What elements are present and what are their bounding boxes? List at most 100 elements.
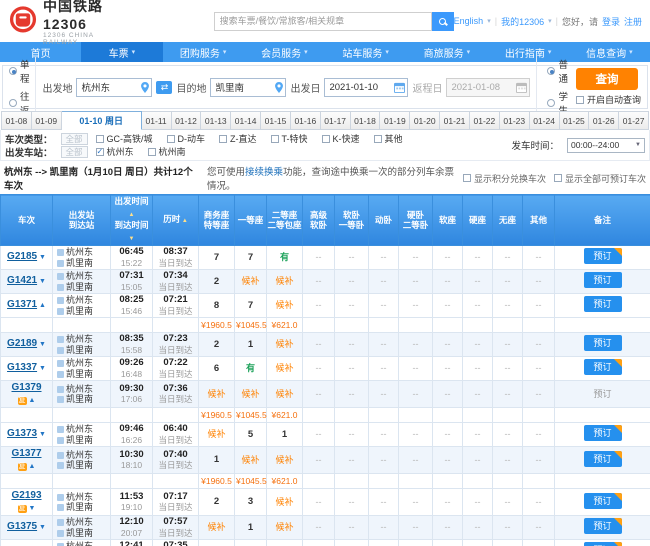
book-button[interactable]: 预订 <box>583 450 622 467</box>
col-header-6[interactable]: 二等座 二等包座 <box>266 194 303 246</box>
expand-arrow-icon[interactable]: ▲ <box>29 463 36 470</box>
train-no-link[interactable]: G2189 <box>7 338 37 350</box>
expand-arrow-icon[interactable]: ▼ <box>37 365 46 372</box>
date-tab-01-24[interactable]: 01-24 <box>529 111 560 130</box>
col-header-13[interactable]: 无座 <box>492 194 523 246</box>
auto-query-checkbox[interactable]: 开启自动查询 <box>575 93 641 106</box>
train-no-link[interactable]: G1377 <box>11 448 41 459</box>
date-tab-01-25[interactable]: 01-25 <box>559 111 590 130</box>
col-header-4[interactable]: 商务座 特等座 <box>198 194 235 246</box>
to-input[interactable] <box>211 78 286 96</box>
train-type-checkbox-1[interactable]: D-动车 <box>166 132 205 145</box>
my12306-link[interactable]: 我的12306 <box>501 15 544 28</box>
sort-down-icon[interactable]: ▼ <box>129 236 135 242</box>
col-header-9[interactable]: 动卧 <box>368 194 399 246</box>
query-button[interactable]: 查询 <box>575 68 638 90</box>
logo[interactable]: 中国铁路12306 12306 CHINA RAILWAY <box>8 0 122 46</box>
passenger-type-radio-0[interactable]: 普通 <box>547 57 568 85</box>
expand-arrow-icon[interactable]: ▼ <box>37 524 46 531</box>
book-button[interactable]: 预订 <box>583 542 622 546</box>
train-no-link[interactable]: G1421 <box>7 275 37 287</box>
col-header-10[interactable]: 硬卧 二等卧 <box>398 194 433 246</box>
expand-arrow-icon[interactable]: ▲ <box>37 302 46 309</box>
date-tab-01-13[interactable]: 01-13 <box>201 111 232 130</box>
col-header-2[interactable]: 出发时间 ▲ 到达时间 ▼ <box>110 194 153 246</box>
train-no-link[interactable]: G1375 <box>7 521 37 533</box>
train-type-checkbox-3[interactable]: T-特快 <box>270 132 308 145</box>
book-button[interactable]: 预订 <box>583 335 622 352</box>
depart-time-select[interactable]: 00:00--24:00 ▼ <box>567 137 645 153</box>
date-tab-01-14[interactable]: 01-14 <box>231 111 262 130</box>
train-type-checkbox-2[interactable]: Z-直达 <box>219 132 257 145</box>
expand-arrow-icon[interactable]: ▼ <box>37 254 46 261</box>
train-type-checkbox-0[interactable]: GC-高铁/城 <box>95 132 153 145</box>
train-no-link[interactable]: G1379 <box>11 382 41 393</box>
station-checkbox-1[interactable]: 杭州南 <box>147 145 186 158</box>
english-link[interactable]: English <box>454 16 484 26</box>
col-header-12[interactable]: 硬座 <box>462 194 493 246</box>
col-header-11[interactable]: 软座 <box>432 194 463 246</box>
col-header-3[interactable]: 历时 ▲ <box>152 194 199 246</box>
col-header-0[interactable]: 车次 <box>0 194 53 246</box>
book-button[interactable]: 预订 <box>583 359 622 376</box>
from-input[interactable] <box>77 78 152 96</box>
expand-arrow-icon[interactable]: ▼ <box>37 341 46 348</box>
date-tab-01-26[interactable]: 01-26 <box>589 111 620 130</box>
transfer-link[interactable]: 接续换乘 <box>245 167 283 178</box>
date-tab-01-11[interactable]: 01-11 <box>141 111 172 130</box>
train-type-all-button[interactable]: 全部 <box>60 132 88 145</box>
register-link[interactable]: 注册 <box>624 15 642 28</box>
col-header-15[interactable]: 备注 <box>554 194 650 246</box>
train-no-link[interactable]: G2193 <box>11 490 41 501</box>
expand-arrow-icon[interactable]: ▼ <box>29 505 36 512</box>
nav-item-tickets[interactable]: 车票 ▾ <box>81 42 163 62</box>
date-tab-01-12[interactable]: 01-12 <box>171 111 202 130</box>
trip-type-radio-0[interactable]: 单程 <box>9 57 31 85</box>
train-no-link[interactable]: G1373 <box>7 428 37 440</box>
date-tab-01-23[interactable]: 01-23 <box>499 111 530 130</box>
station-all-button[interactable]: 全部 <box>60 145 88 158</box>
date-tab-01-21[interactable]: 01-21 <box>440 111 470 130</box>
book-button[interactable]: 预订 <box>583 296 622 313</box>
book-button[interactable]: 预订 <box>583 518 622 535</box>
nav-item-business-travel[interactable]: 商旅服务 ▾ <box>406 42 487 62</box>
date-tab-01-19[interactable]: 01-19 <box>380 111 411 130</box>
swap-stations-icon[interactable]: ⇄ <box>156 80 173 94</box>
search-input[interactable] <box>213 11 432 31</box>
expand-arrow-icon[interactable]: ▼ <box>37 278 46 285</box>
sort-up-icon[interactable]: ▲ <box>129 212 135 218</box>
book-button[interactable]: 预订 <box>583 492 622 509</box>
calendar-icon[interactable] <box>394 82 406 96</box>
book-button[interactable]: 预订 <box>583 248 622 265</box>
date-tab-01-27[interactable]: 01-27 <box>619 111 650 130</box>
date-tab-01-15[interactable]: 01-15 <box>261 111 291 130</box>
nav-item-member-services[interactable]: 会员服务 ▾ <box>244 42 325 62</box>
col-header-7[interactable]: 高级 软卧 <box>302 194 335 246</box>
col-header-5[interactable]: 一等座 <box>234 194 267 246</box>
login-link[interactable]: 登录 <box>602 15 620 28</box>
date-tab-01-09[interactable]: 01-09 <box>31 111 62 130</box>
date-tab-01-17[interactable]: 01-17 <box>320 111 351 130</box>
col-header-1[interactable]: 出发站 到达站 <box>52 194 111 246</box>
date-tab-01-18[interactable]: 01-18 <box>350 111 381 130</box>
date-tab-01-22[interactable]: 01-22 <box>469 111 500 130</box>
expand-arrow-icon[interactable]: ▼ <box>37 431 46 438</box>
book-button[interactable]: 预订 <box>583 425 622 442</box>
station-checkbox-0[interactable]: 杭州东 <box>95 145 134 158</box>
train-type-checkbox-4[interactable]: K-快速 <box>321 132 360 145</box>
nav-item-station-services[interactable]: 站车服务 ▾ <box>325 42 406 62</box>
sort-up-icon[interactable]: ▲ <box>180 218 188 224</box>
expand-arrow-icon[interactable]: ▲ <box>29 397 36 404</box>
date-tab-01-20[interactable]: 01-20 <box>410 111 441 130</box>
book-button[interactable]: 预订 <box>583 272 622 289</box>
train-no-link[interactable]: G2185 <box>7 251 37 263</box>
train-type-checkbox-5[interactable]: 其他 <box>373 132 403 145</box>
col-header-8[interactable]: 软卧 一等卧 <box>334 194 369 246</box>
date-tab-01-16[interactable]: 01-16 <box>290 111 321 130</box>
date-tab-01-10[interactable]: 01-10 周日 <box>61 111 142 130</box>
nav-item-group-services[interactable]: 团购服务 ▾ <box>163 42 244 62</box>
train-no-link[interactable]: G1371 <box>7 299 37 311</box>
date-tab-01-08[interactable]: 01-08 <box>1 111 32 130</box>
train-no-link[interactable]: G1337 <box>7 362 37 374</box>
show-all-checkbox[interactable]: 显示全部可预订车次 <box>553 172 646 185</box>
